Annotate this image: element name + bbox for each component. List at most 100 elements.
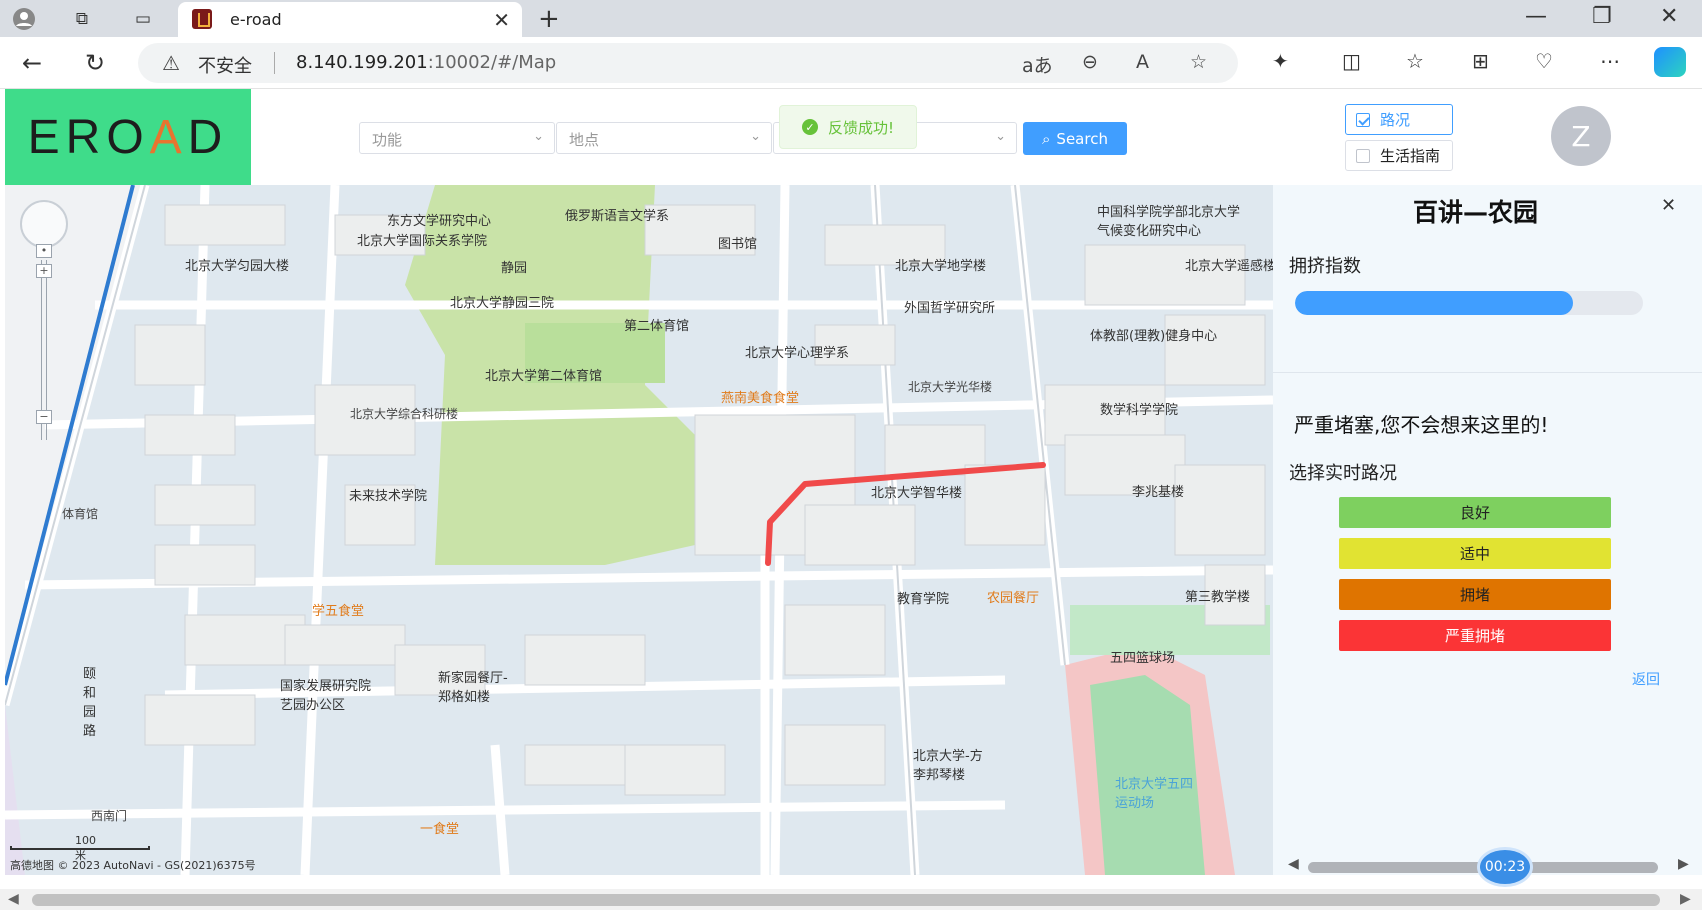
map-label: 北京大学五四运动场 (1115, 777, 1194, 811)
new-tab-icon[interactable]: + (538, 4, 560, 34)
app-header: EROAD 功能 ⌄ 地点 ⌄ ⌄ ✓ 反馈成功! ⌕ Search 路况 生活指南 … (0, 89, 1702, 186)
map-label: 北京大学综合科研楼 (350, 407, 459, 421)
map-label: 未来技术学院 (349, 489, 428, 504)
map-label: 中国科学院学部北京大学气候变化研究中心 (1097, 205, 1241, 239)
scroll-left-arrow-icon[interactable]: ◀ (8, 891, 19, 907)
map-label: 静园 (501, 261, 528, 276)
chevron-down-icon: ⌄ (995, 129, 1006, 144)
scroll-thumb[interactable] (32, 894, 1660, 906)
map-label: 学五食堂 (312, 604, 365, 619)
profile-icon[interactable] (11, 6, 37, 32)
map-label: 东方文学研究中心 (387, 214, 492, 229)
map-label: 体育馆 (62, 507, 99, 521)
search-icon: ⌕ (1042, 129, 1051, 148)
map-label: 一食堂 (420, 822, 460, 837)
map-label: 北京大学第二体育馆 (485, 369, 603, 384)
map-label: 第三教学楼 (1185, 590, 1251, 605)
tab-eroad[interactable]: e-road ✕ (178, 2, 522, 37)
map-zoom-control[interactable]: • + − (20, 200, 68, 440)
success-toast: ✓ 反馈成功! (779, 105, 917, 149)
restore-icon[interactable]: ❐ (1592, 4, 1612, 29)
search-button[interactable]: ⌕ Search (1023, 122, 1127, 155)
eroad-logo: EROAD (5, 89, 251, 186)
map-label: 教育学院 (897, 592, 950, 607)
browser-essentials-icon[interactable]: ♡ (1535, 49, 1553, 73)
map-label: 燕南美食食堂 (721, 391, 800, 406)
warning-icon: ⚠ (162, 51, 180, 75)
map-label: 北京大学静园三院 (450, 296, 555, 311)
map-label: 北京大学光华楼 (908, 380, 993, 394)
map-label: 新家园餐厅-郑格如楼 (438, 671, 508, 705)
map-label: 体教部(理教)健身中心 (1090, 329, 1218, 344)
traffic-moderate-button[interactable]: 适中 (1339, 538, 1611, 569)
traffic-good-button[interactable]: 良好 (1339, 497, 1611, 528)
map-label: 外国哲学研究所 (904, 301, 996, 316)
life-guide-checkbox[interactable]: 生活指南 (1345, 140, 1453, 171)
map-label: 北京大学-方李邦琴楼 (913, 749, 983, 783)
browser-tabbar: ⧉ ▭ e-road ✕ + — ❐ ✕ (0, 0, 1702, 37)
url-bar[interactable]: ⚠ 不安全 8.140.199.201:10002/#/Map aあ ⊖ A ☆ (138, 43, 1238, 83)
map-attribution: 高德地图 © 2023 AutoNavi - GS(2021)6375号 (10, 859, 256, 872)
map-label: 北京大学地学楼 (895, 259, 987, 274)
slider-knob[interactable]: 00:23 (1480, 850, 1530, 884)
favorites-icon[interactable]: ☆ (1406, 49, 1424, 73)
url-text: 8.140.199.201:10002/#/Map (296, 52, 557, 73)
page-scrollbar[interactable]: ◀ ▶ (0, 889, 1702, 910)
map-label: 西南门 (91, 809, 128, 823)
map-label: 北京大学国际关系学院 (357, 234, 488, 249)
traffic-severe-button[interactable]: 严重拥堵 (1339, 620, 1611, 651)
read-aloud-translate-icon[interactable]: aあ (1022, 51, 1053, 78)
map-canvas (5, 185, 1273, 875)
road-info-panel: 百讲—农园 ✕ 拥挤指数 严重堵塞,您不会想来这里的! 选择实时路况 良好 适中… (1273, 185, 1702, 875)
congestion-label: 拥挤指数 (1289, 256, 1361, 277)
workspaces-icon[interactable]: ⧉ (69, 6, 95, 32)
scroll-right-arrow-icon[interactable]: ▶ (1680, 891, 1691, 907)
campus-map[interactable]: • + − 北京大学国际关系学院 东方文学研究中心 俄罗斯语言文学系 图书馆 北… (5, 185, 1273, 875)
map-label: 农园餐厅 (987, 591, 1040, 606)
map-label: 北京大学智华楼 (871, 486, 963, 501)
back-link[interactable]: 返回 (1632, 669, 1660, 689)
back-arrow-icon[interactable]: ← (22, 49, 42, 77)
place-select[interactable]: 地点 ⌄ (556, 122, 772, 154)
window-close-icon[interactable]: ✕ (1660, 4, 1678, 29)
read-aloud-icon[interactable]: A (1136, 51, 1149, 73)
tab-actions-icon[interactable]: ▭ (130, 6, 156, 32)
traffic-congested-button[interactable]: 拥堵 (1339, 579, 1611, 610)
security-label: 不安全 (198, 56, 252, 77)
eroad-favicon-icon (192, 9, 212, 29)
tab-title: e-road (230, 10, 282, 29)
avatar[interactable]: Z (1551, 106, 1611, 166)
close-icon[interactable]: ✕ (1661, 195, 1676, 216)
extensions-icon[interactable]: ✦ (1272, 49, 1289, 73)
time-slider[interactable]: ◀ 00:23 ▶ (1282, 850, 1702, 884)
map-label: 俄罗斯语言文学系 (565, 209, 670, 224)
slider-right-arrow-icon[interactable]: ▶ (1678, 856, 1689, 872)
copilot-icon[interactable] (1654, 47, 1686, 77)
zoom-out-icon[interactable]: ⊖ (1082, 51, 1098, 73)
logo-text: EROAD (27, 111, 229, 164)
function-select[interactable]: 功能 ⌄ (359, 122, 555, 154)
minimize-icon[interactable]: — (1525, 4, 1547, 29)
congestion-progress (1295, 291, 1643, 315)
reload-icon[interactable]: ↻ (85, 49, 105, 77)
map-label: 李兆基楼 (1132, 485, 1185, 500)
map-label: 第二体育馆 (624, 319, 690, 334)
map-label: 北京大学遥感楼 (1185, 259, 1273, 274)
address-toolbar: ← ↻ ⚠ 不安全 8.140.199.201:10002/#/Map aあ ⊖… (0, 37, 1702, 89)
check-circle-icon: ✓ (802, 119, 818, 135)
zoom-in-icon[interactable]: + (36, 264, 52, 278)
slider-left-arrow-icon[interactable]: ◀ (1288, 856, 1299, 872)
collections-icon[interactable]: ⊞ (1472, 49, 1489, 73)
map-label: 国家发展研究院艺园办公区 (280, 679, 372, 713)
map-label: 五四篮球场 (1110, 651, 1176, 666)
zoom-out-map-icon[interactable]: − (36, 410, 52, 424)
traffic-checkbox[interactable]: 路况 (1345, 104, 1453, 135)
more-menu-icon[interactable]: ⋯ (1600, 49, 1620, 73)
map-label: 北京大学心理学系 (745, 346, 850, 361)
split-screen-icon[interactable]: ◫ (1342, 49, 1361, 73)
tab-close-icon[interactable]: ✕ (493, 8, 510, 32)
locate-icon[interactable]: • (36, 244, 52, 258)
pan-control[interactable] (20, 200, 68, 248)
chevron-down-icon: ⌄ (750, 129, 761, 144)
favorite-star-icon[interactable]: ☆ (1190, 51, 1207, 73)
